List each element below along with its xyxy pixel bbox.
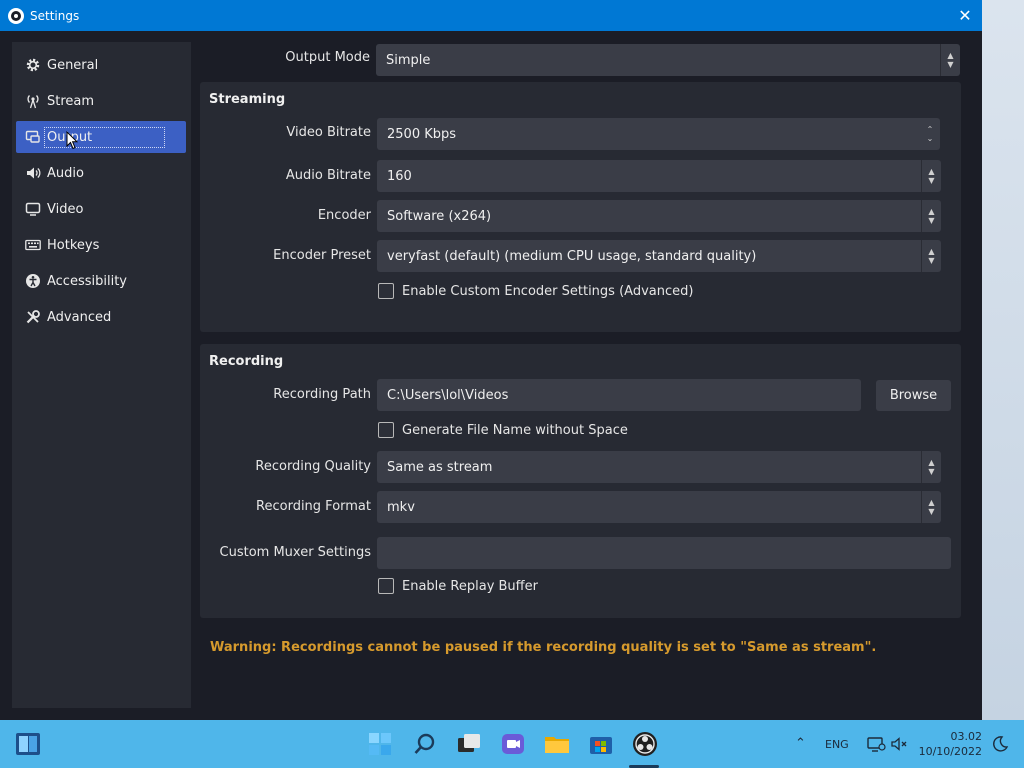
settings-sidebar: General Stream Output Audio Video xyxy=(12,42,191,708)
window-title: Settings xyxy=(30,8,80,23)
recording-path-input[interactable] xyxy=(377,379,861,411)
sidebar-item-accessibility[interactable]: Accessibility xyxy=(16,265,186,297)
sidebar-item-stream[interactable]: Stream xyxy=(16,85,186,117)
sidebar-item-label: Stream xyxy=(47,93,95,109)
desktop-background xyxy=(982,0,1024,720)
encoder-select[interactable]: Software (x264) ▲ ▼ xyxy=(377,200,941,232)
sidebar-item-label: Accessibility xyxy=(47,273,127,289)
custom-encoder-checkbox[interactable]: Enable Custom Encoder Settings (Advanced… xyxy=(378,283,693,299)
monitor-icon xyxy=(24,200,42,218)
sidebar-item-output[interactable]: Output xyxy=(16,121,186,153)
chevron-updown-icon: ▲ ▼ xyxy=(940,44,960,76)
output-mode-label: Output Mode xyxy=(285,50,370,65)
show-hidden-icons-icon[interactable]: ⌃ xyxy=(795,736,806,751)
close-icon[interactable]: ✕ xyxy=(948,0,982,31)
mouse-cursor-icon xyxy=(66,131,78,150)
output-icon xyxy=(24,128,42,146)
sidebar-item-audio[interactable]: Audio xyxy=(16,157,186,189)
recording-quality-select[interactable]: Same as stream ▲ ▼ xyxy=(377,451,941,483)
audio-bitrate-label: Audio Bitrate xyxy=(285,168,371,183)
clock-time: 03.02 xyxy=(950,730,983,743)
same-as-stream-warning: Warning: Recordings cannot be paused if … xyxy=(210,640,877,655)
clock-date: 10/10/2022 xyxy=(918,745,982,758)
sidebar-item-hotkeys[interactable]: Hotkeys xyxy=(16,229,186,261)
chevron-updown-icon: ▲ ▼ xyxy=(921,451,941,483)
custom-muxer-input[interactable] xyxy=(377,537,951,569)
checkbox-box[interactable] xyxy=(378,422,394,438)
gear-icon xyxy=(24,56,42,74)
volume-muted-icon[interactable] xyxy=(886,730,914,758)
sidebar-item-advanced[interactable]: Advanced xyxy=(16,301,186,333)
custom-muxer-label: Custom Muxer Settings xyxy=(219,545,371,560)
notification-moon-icon[interactable] xyxy=(986,730,1014,758)
checkbox-box[interactable] xyxy=(378,283,394,299)
audio-bitrate-select[interactable]: 160 ▲ ▼ xyxy=(377,160,941,192)
antenna-icon xyxy=(24,92,42,110)
widgets-icon[interactable] xyxy=(14,730,42,758)
accessibility-icon xyxy=(24,272,42,290)
recording-format-label: Recording Format xyxy=(256,499,371,514)
browse-button[interactable]: Browse xyxy=(876,380,951,411)
chevron-updown-icon: ▲ ▼ xyxy=(921,491,941,523)
chevron-updown-icon: ▲ ▼ xyxy=(921,200,941,232)
chat-icon[interactable] xyxy=(499,730,527,758)
encoder-label: Encoder xyxy=(317,208,371,223)
sidebar-item-label: Video xyxy=(47,201,84,217)
replay-buffer-checkbox[interactable]: Enable Replay Buffer xyxy=(378,578,538,594)
title-bar[interactable]: Settings ✕ xyxy=(0,0,982,31)
task-view-icon[interactable] xyxy=(455,730,483,758)
chevron-updown-icon: ▲ ▼ xyxy=(921,240,941,272)
recording-title: Recording xyxy=(209,354,284,369)
obs-taskbar-icon[interactable] xyxy=(631,730,659,758)
settings-window: Settings ✕ General Stream Output Au xyxy=(0,0,982,720)
sidebar-item-general[interactable]: General xyxy=(16,49,186,81)
language-indicator[interactable]: ENG xyxy=(825,738,849,751)
start-icon[interactable] xyxy=(366,730,394,758)
encoder-preset-select[interactable]: veryfast (default) (medium CPU usage, st… xyxy=(377,240,941,272)
sidebar-item-video[interactable]: Video xyxy=(16,193,186,225)
no-space-filename-checkbox[interactable]: Generate File Name without Space xyxy=(378,422,628,438)
video-bitrate-label: Video Bitrate xyxy=(286,125,371,140)
file-explorer-icon[interactable] xyxy=(543,730,571,758)
encoder-preset-label: Encoder Preset xyxy=(273,248,371,263)
sidebar-item-label: General xyxy=(47,57,99,73)
keyboard-icon xyxy=(24,236,42,254)
video-bitrate-spinbox[interactable]: 2500 Kbps ⌃ ⌄ xyxy=(377,118,940,150)
recording-format-select[interactable]: mkv ▲ ▼ xyxy=(377,491,941,523)
sidebar-item-label: Hotkeys xyxy=(47,237,100,253)
sidebar-item-label: Output xyxy=(43,126,166,148)
sidebar-item-label: Advanced xyxy=(47,309,112,325)
windows-taskbar: ⌃ ENG 03.02 10/10/2022 xyxy=(0,720,1024,768)
recording-quality-label: Recording Quality xyxy=(255,459,371,474)
recording-path-label: Recording Path xyxy=(273,387,371,402)
output-settings-panel: Output Mode Simple ▲ ▼ Streaming Video Bi… xyxy=(192,42,972,720)
tools-icon xyxy=(24,308,42,326)
recording-section: Recording Recording Path Browse Generate… xyxy=(200,344,961,618)
speaker-icon xyxy=(24,164,42,182)
sidebar-item-label: Audio xyxy=(47,165,84,181)
chevron-updown-icon: ▲ ▼ xyxy=(921,160,941,192)
obs-logo-icon xyxy=(8,7,24,24)
output-mode-select[interactable]: Simple ▲ ▼ xyxy=(376,44,960,76)
streaming-title: Streaming xyxy=(209,92,286,107)
checkbox-box[interactable] xyxy=(378,578,394,594)
system-clock[interactable]: 03.02 10/10/2022 xyxy=(918,729,982,759)
spin-arrows-icon[interactable]: ⌃ ⌄ xyxy=(920,118,940,150)
search-icon[interactable] xyxy=(411,730,439,758)
store-icon[interactable] xyxy=(587,730,615,758)
streaming-section: Streaming Video Bitrate 2500 Kbps ⌃ ⌄ Aud… xyxy=(200,82,961,332)
